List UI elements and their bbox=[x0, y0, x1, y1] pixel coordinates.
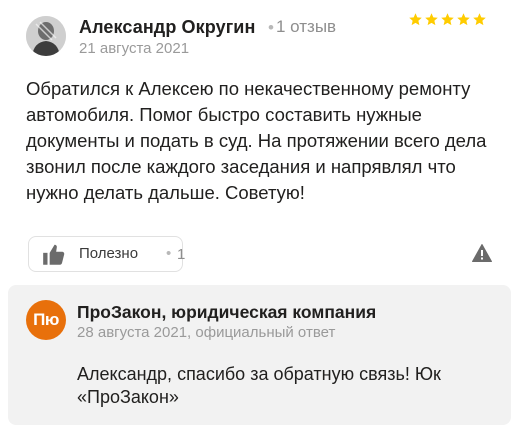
review-text: Обратился к Алексею по некачественному р… bbox=[26, 78, 487, 203]
star-icon bbox=[425, 13, 438, 26]
answer-text: Александр, спасибо за обратную связь! Юк… bbox=[77, 364, 441, 407]
author-separator: • bbox=[268, 18, 274, 37]
author-reviews-count[interactable]: 1 отзыв bbox=[276, 17, 336, 37]
company-logo[interactable]: Пю bbox=[26, 300, 66, 340]
rating-stars bbox=[408, 12, 487, 27]
star-icon bbox=[457, 13, 470, 26]
thumbs-up-icon bbox=[43, 244, 65, 265]
helpful-count: 1 bbox=[177, 246, 186, 263]
star-icon bbox=[409, 13, 422, 26]
star-icon bbox=[441, 13, 454, 26]
helpful-separator: • bbox=[166, 245, 172, 262]
company-name[interactable]: ПроЗакон, юридическая компания bbox=[77, 302, 376, 323]
author-avatar[interactable] bbox=[26, 16, 66, 56]
author-name[interactable]: Александр Округин bbox=[79, 17, 255, 38]
warning-icon[interactable] bbox=[472, 244, 492, 262]
answer-meta: 28 августа 2021, официальный ответ bbox=[77, 324, 336, 341]
helpful-button[interactable]: Полезно • 1 bbox=[28, 236, 186, 272]
review-card: Александр Округин • 1 отзыв 21 августа 2… bbox=[0, 0, 519, 436]
review-date: 21 августа 2021 bbox=[79, 40, 190, 57]
star-icon bbox=[473, 13, 486, 26]
helpful-label: Полезно bbox=[79, 245, 139, 262]
company-answer: Пю ПроЗакон, юридическая компания 28 авг… bbox=[8, 285, 511, 425]
